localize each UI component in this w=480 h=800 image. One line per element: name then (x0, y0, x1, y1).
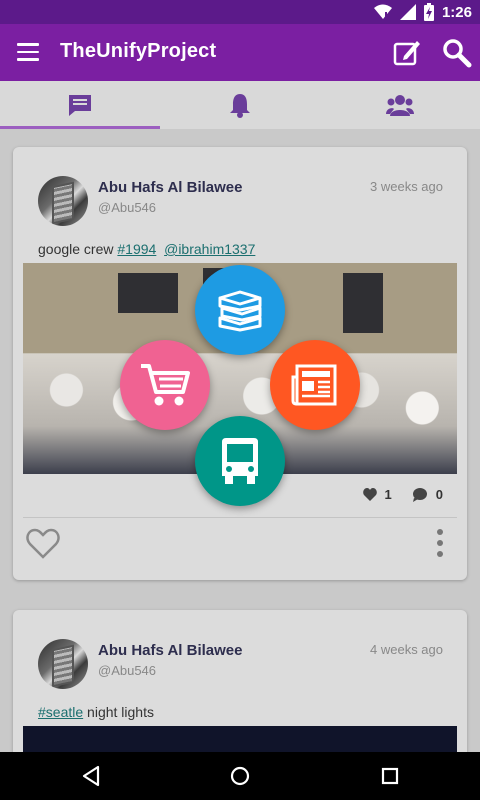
post-text-suffix: night lights (83, 704, 154, 720)
battery-icon (423, 3, 434, 21)
post-time: 3 weeks ago (370, 179, 443, 194)
status-bar: 1:26 (0, 0, 480, 24)
tab-notifications[interactable] (160, 81, 320, 129)
search-icon[interactable] (442, 38, 472, 68)
home-icon[interactable] (228, 764, 252, 788)
heart-small-icon (362, 488, 377, 501)
transport-button[interactable] (195, 416, 285, 506)
message-icon (69, 95, 91, 116)
post-stats: 1 0 (362, 487, 443, 502)
tab-indicator (0, 126, 160, 129)
books-icon (218, 290, 262, 332)
app-bar: TheUnifyProject (0, 24, 480, 81)
hashtag-link[interactable]: #seatle (38, 704, 83, 720)
author-name[interactable]: Abu Hafs Al Bilawee (98, 642, 242, 659)
post-text-prefix: google crew (38, 241, 118, 257)
app-title: TheUnifyProject (60, 40, 217, 62)
signal-icon (399, 4, 416, 20)
newspaper-icon (291, 364, 337, 406)
hashtag-link[interactable]: #1994 (117, 241, 156, 257)
mention-link[interactable]: @ibrahim1337 (164, 241, 255, 257)
wifi-icon (373, 4, 392, 19)
group-icon (386, 95, 414, 116)
shopping-cart-icon (141, 364, 190, 406)
post-time: 4 weeks ago (370, 642, 443, 657)
heart-outline-icon[interactable] (25, 525, 61, 561)
author-handle: @Abu546 (98, 663, 157, 678)
like-count: 1 (384, 487, 392, 502)
news-button[interactable] (270, 340, 360, 430)
post-text: #seatle night lights (38, 704, 154, 720)
avatar[interactable] (38, 176, 88, 226)
menu-icon[interactable] (17, 43, 39, 61)
tab-bar (0, 81, 480, 129)
tab-messages[interactable] (0, 81, 160, 129)
compose-icon[interactable] (392, 38, 422, 68)
back-icon[interactable] (80, 764, 104, 788)
comment-count: 0 (435, 487, 443, 502)
books-button[interactable] (195, 265, 285, 355)
author-handle: @Abu546 (98, 200, 157, 215)
status-time: 1:26 (441, 3, 472, 21)
card-divider (23, 517, 457, 518)
comment-icon (412, 487, 427, 502)
tab-groups[interactable] (320, 81, 480, 129)
recents-icon[interactable] (378, 764, 402, 788)
more-options-icon[interactable] (437, 529, 445, 559)
post-card[interactable]: Abu Hafs Al Bilawee @Abu546 3 weeks ago … (13, 147, 467, 580)
post-text: google crew #1994 @ibrahim1337 (38, 241, 255, 257)
bus-icon (222, 438, 258, 484)
bell-icon (230, 94, 250, 118)
navigation-bar (0, 752, 480, 800)
shopping-button[interactable] (120, 340, 210, 430)
avatar[interactable] (38, 639, 88, 689)
post-card[interactable]: Abu Hafs Al Bilawee @Abu546 4 weeks ago … (13, 610, 467, 770)
author-name[interactable]: Abu Hafs Al Bilawee (98, 179, 242, 196)
